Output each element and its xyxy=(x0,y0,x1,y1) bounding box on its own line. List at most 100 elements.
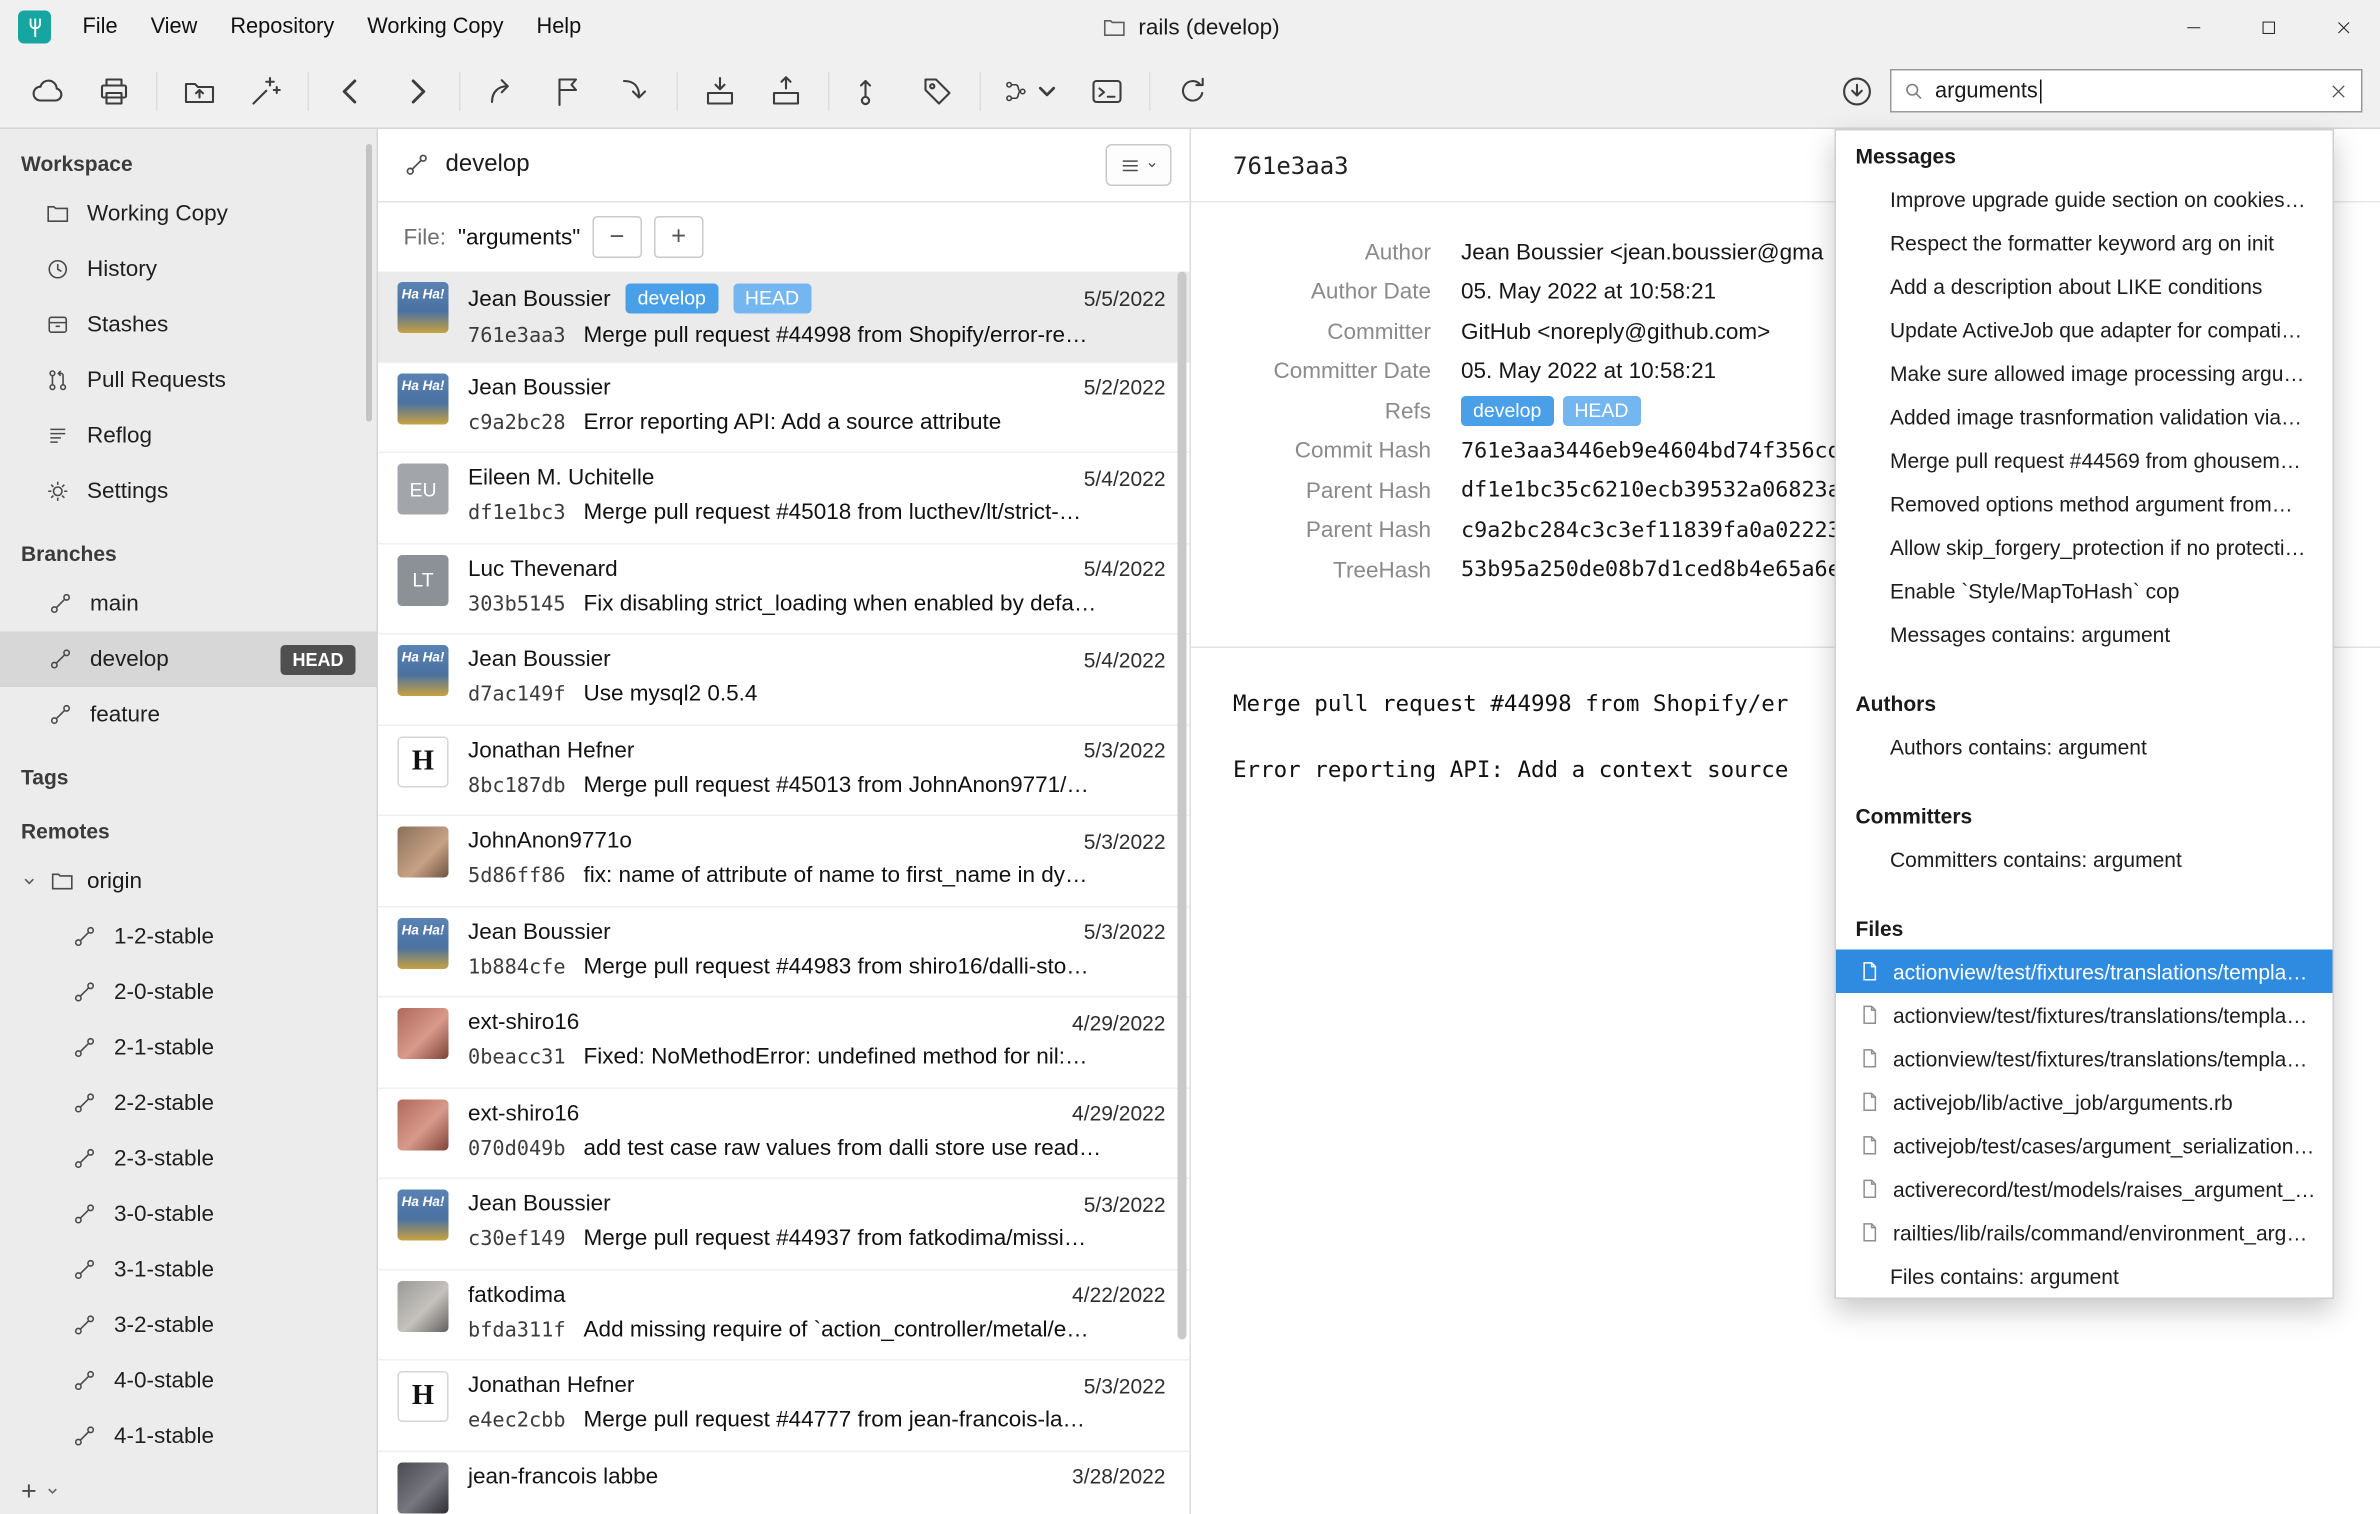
remotes-header[interactable]: Remotes xyxy=(0,809,377,854)
files-contains-option[interactable]: Files contains: argument xyxy=(1836,1254,2333,1298)
commit-row[interactable]: Ha Ha! Jean Boussier develop HEAD 5/5/20… xyxy=(378,272,1190,363)
commit-row[interactable]: ext-shiro164/29/2022 070d049badd test ca… xyxy=(378,1088,1190,1179)
share-arrow-icon[interactable] xyxy=(483,71,522,110)
magic-wand-icon[interactable] xyxy=(246,71,285,110)
menu-view[interactable]: View xyxy=(134,0,214,54)
search-result-file[interactable]: railties/lib/rails/command/environment_a… xyxy=(1836,1211,2333,1255)
commit-row[interactable]: Ha Ha! Jean Boussier5/3/2022 c30ef149Mer… xyxy=(378,1179,1190,1270)
sidebar-remote-branch[interactable]: 3-2-stable xyxy=(0,1298,377,1354)
commit-row[interactable]: EU Eileen M. Uchitelle5/4/2022 df1e1bc3M… xyxy=(378,453,1190,544)
back-icon[interactable] xyxy=(332,71,371,110)
forward-icon[interactable] xyxy=(398,71,437,110)
search-result-message[interactable]: Allow skip_forgery_protection if no prot… xyxy=(1836,525,2333,569)
clear-search-icon[interactable] xyxy=(2328,80,2349,101)
tag-icon[interactable] xyxy=(918,71,957,110)
committers-contains-option[interactable]: Committers contains: argument xyxy=(1836,837,2333,881)
search-result-message[interactable]: Added image trasnformation validation vi… xyxy=(1836,395,2333,439)
commit-row[interactable]: Ha Ha! Jean Boussier5/4/2022 d7ac149fUse… xyxy=(378,635,1190,726)
printer-icon[interactable] xyxy=(95,71,134,110)
maximize-button[interactable] xyxy=(2231,0,2306,54)
search-result-file[interactable]: actionview/test/fixtures/translations/te… xyxy=(1836,950,2333,994)
unstash-icon[interactable] xyxy=(767,71,806,110)
chevron-down-icon[interactable] xyxy=(44,1484,59,1499)
sidebar-remote-branch[interactable]: 2-0-stable xyxy=(0,965,377,1021)
merge-arrow-icon[interactable] xyxy=(615,71,654,110)
git-flow-icon[interactable] xyxy=(1004,71,1061,110)
search-result-file[interactable]: activerecord/test/models/raises_argument… xyxy=(1836,1167,2333,1211)
search-result-message[interactable]: Merge pull request #44569 from ghousem… xyxy=(1836,438,2333,482)
avatar xyxy=(398,1008,449,1059)
sidebar-remote-branch[interactable]: 2-2-stable xyxy=(0,1076,377,1132)
sidebar-remote-branch[interactable]: 4-1-stable xyxy=(0,1409,377,1465)
authors-contains-option[interactable]: Authors contains: argument xyxy=(1836,725,2333,769)
search-result-message[interactable]: Make sure allowed image processing argu… xyxy=(1836,351,2333,395)
sidebar-remote-origin[interactable]: origin xyxy=(0,854,377,910)
sidebar-item-working-copy[interactable]: Working Copy xyxy=(0,186,377,242)
create-branch-icon[interactable] xyxy=(852,71,891,110)
refresh-icon[interactable] xyxy=(1173,71,1212,110)
search-result-message[interactable]: Improve upgrade guide section on cookies… xyxy=(1836,177,2333,221)
sidebar-remote-branch[interactable]: 1-2-stable xyxy=(0,909,377,965)
add-repository-button[interactable]: + xyxy=(21,1475,37,1507)
tags-header[interactable]: Tags xyxy=(0,755,377,800)
sidebar-item-pull-requests[interactable]: Pull Requests xyxy=(0,353,377,409)
commit-list-scrollbar[interactable] xyxy=(1178,272,1187,1340)
menu-repository[interactable]: Repository xyxy=(214,0,351,54)
commit-row[interactable]: ext-shiro164/29/2022 0beacc31Fixed: NoMe… xyxy=(378,998,1190,1089)
sidebar-remote-branch[interactable]: 2-1-stable xyxy=(0,1020,377,1076)
search-result-file[interactable]: activejob/lib/active_job/arguments.rb xyxy=(1836,1080,2333,1124)
stash-icon[interactable] xyxy=(701,71,740,110)
sidebar-item-settings[interactable]: Settings xyxy=(0,464,377,520)
search-result-message[interactable]: Removed options method argument from… xyxy=(1836,482,2333,526)
flag-icon[interactable] xyxy=(549,71,588,110)
commit-row[interactable]: H Jonathan Hefner5/3/2022 8bc187dbMerge … xyxy=(378,725,1190,816)
search-input[interactable]: arguments xyxy=(1890,69,2363,113)
menu-working-copy[interactable]: Working Copy xyxy=(351,0,520,54)
chevron-down-icon[interactable] xyxy=(21,873,38,890)
sidebar-branch-feature[interactable]: feature xyxy=(0,687,377,743)
cloud-icon[interactable] xyxy=(29,71,68,110)
sidebar-remote-branch[interactable]: 3-0-stable xyxy=(0,1187,377,1243)
sidebar-scrollbar[interactable] xyxy=(366,144,372,422)
develop-badge: develop xyxy=(1461,396,1553,426)
sidebar-remote-branch[interactable]: 4-0-stable xyxy=(0,1353,377,1409)
branch-label: 2-3-stable xyxy=(114,1146,214,1172)
avatar: H xyxy=(398,1371,449,1422)
menu-help[interactable]: Help xyxy=(520,0,598,54)
sidebar-item-stashes[interactable]: Stashes xyxy=(0,297,377,353)
list-options-button[interactable] xyxy=(1106,144,1172,186)
sidebar-remote-branch[interactable]: 2-3-stable xyxy=(0,1131,377,1187)
filter-remove-button[interactable]: − xyxy=(592,216,642,258)
search-result-message[interactable]: Respect the formatter keyword arg on ini… xyxy=(1836,221,2333,265)
sidebar-remote-branch[interactable]: 3-1-stable xyxy=(0,1242,377,1298)
commit-row[interactable]: jean-francois labbe3/28/2022 xyxy=(378,1451,1190,1514)
commit-row[interactable]: H Jonathan Hefner5/3/2022 e4ec2cbbMerge … xyxy=(378,1361,1190,1452)
close-button[interactable] xyxy=(2306,0,2380,54)
commit-row[interactable]: Ha Ha! Jean Boussier5/3/2022 1b884cfeMer… xyxy=(378,907,1190,998)
search-result-file[interactable]: actionview/test/fixtures/translations/te… xyxy=(1836,1037,2333,1081)
search-result-message[interactable]: Update ActiveJob que adapter for compati… xyxy=(1836,308,2333,352)
sidebar-item-history[interactable]: History xyxy=(0,242,377,298)
search-result-file[interactable]: activejob/test/cases/argument_serializat… xyxy=(1836,1124,2333,1168)
minimize-button[interactable] xyxy=(2156,0,2231,54)
commit-row[interactable]: fatkodima4/22/2022 bfda311fAdd missing r… xyxy=(378,1270,1190,1361)
filter-add-button[interactable]: + xyxy=(654,216,704,258)
sidebar-item-reflog[interactable]: Reflog xyxy=(0,408,377,464)
terminal-icon[interactable] xyxy=(1088,71,1127,110)
commit-row[interactable]: LT Luc Thevenard5/4/2022 303b5145Fix dis… xyxy=(378,544,1190,635)
branch-label: develop xyxy=(90,647,169,673)
messages-contains-option[interactable]: Messages contains: argument xyxy=(1836,612,2333,656)
commit-row[interactable]: Ha Ha! Jean Boussier5/2/2022 c9a2bc28Err… xyxy=(378,362,1190,453)
sidebar-branch-main[interactable]: main xyxy=(0,576,377,632)
search-result-message[interactable]: Enable `Style/MapToHash` cop xyxy=(1836,569,2333,613)
head-badge: HEAD xyxy=(280,644,355,674)
field-label: Author Date xyxy=(1221,279,1431,305)
menu-file[interactable]: File xyxy=(66,0,134,54)
search-result-file[interactable]: actionview/test/fixtures/translations/te… xyxy=(1836,993,2333,1037)
download-commit-icon[interactable] xyxy=(1838,71,1877,110)
sidebar-branch-develop[interactable]: develop HEAD xyxy=(0,632,377,688)
folder-export-icon[interactable] xyxy=(180,71,219,110)
commit-row[interactable]: JohnAnon9771o5/3/2022 5d86ff86fix: name … xyxy=(378,816,1190,907)
commit-author: Jonathan Hefner xyxy=(468,737,634,763)
search-result-message[interactable]: Add a description about LIKE conditions xyxy=(1836,264,2333,308)
